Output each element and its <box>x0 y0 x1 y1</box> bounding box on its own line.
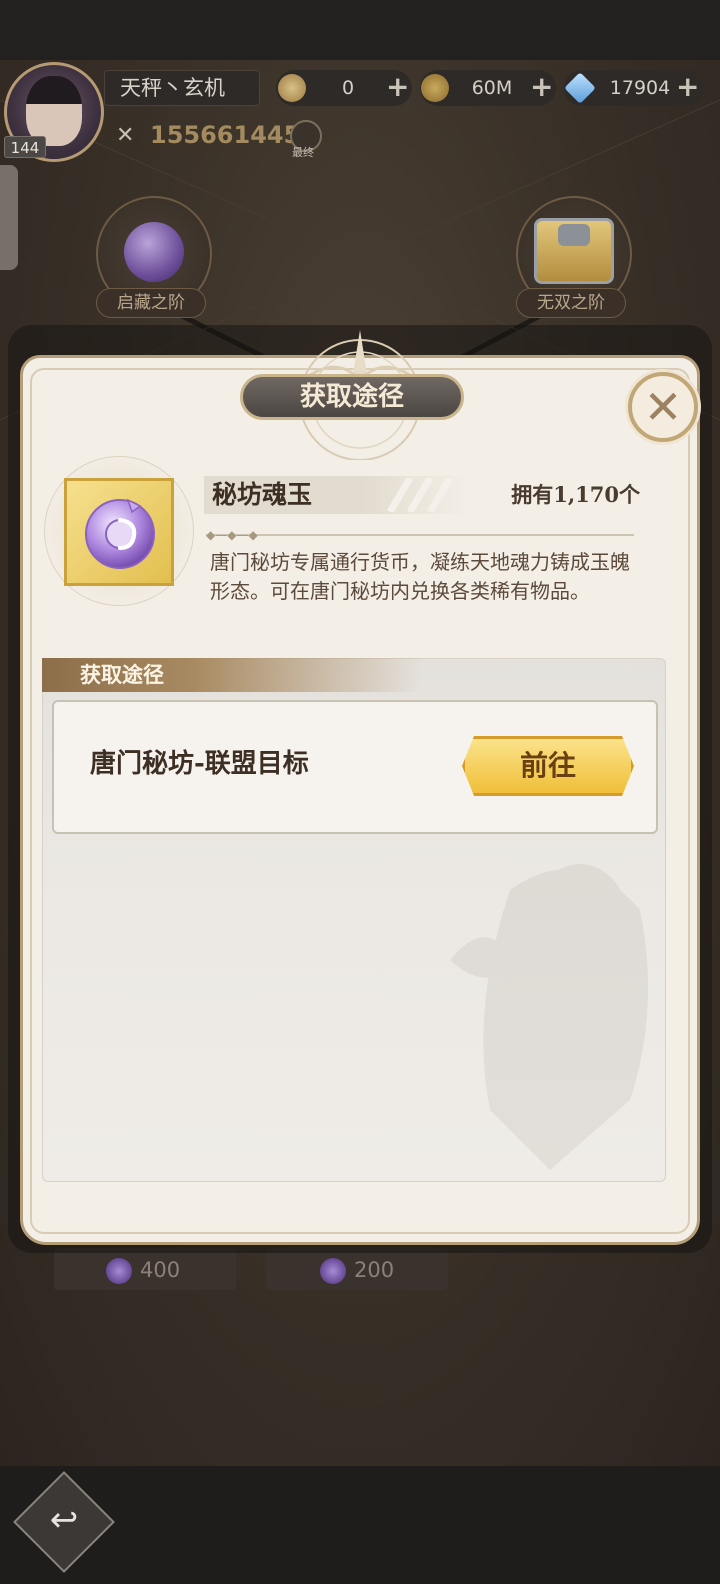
purple-orb-icon <box>124 222 184 282</box>
source-header: 获取途径 <box>80 662 164 687</box>
back-arrow-icon: ↩ <box>49 1500 79 1540</box>
resource-diamond-value: 17904 <box>609 77 671 99</box>
gold-coin-icon <box>278 74 306 102</box>
price-value-1: 400 <box>140 1258 181 1282</box>
stage-label-1: 启藏之阶 <box>117 293 185 313</box>
add-diamond-button[interactable]: + <box>676 71 699 103</box>
dialog-title: 获取途径 <box>299 382 404 412</box>
status-bar <box>0 0 720 60</box>
item-description: 唐门秘坊专属通行货币，凝练天地魂力铸成玉魄形态。可在唐门秘坊内兑换各类稀有物品。 <box>210 550 630 603</box>
resource-coin-value: 0 <box>341 77 355 99</box>
search-button-label: 最终 <box>292 146 314 159</box>
side-drawer-tab[interactable] <box>0 165 18 270</box>
name-bar-stripes <box>386 478 454 512</box>
divider-ornament: ◆—◆—◆ <box>206 528 258 542</box>
power-value: 155661445 <box>150 121 301 149</box>
close-icon[interactable]: ✕ <box>628 372 698 442</box>
chest-lock <box>558 224 590 246</box>
stage-label-2: 无双之阶 <box>537 293 605 313</box>
soul-jade-icon <box>320 1258 346 1284</box>
item-divider <box>206 534 634 536</box>
soul-jade-icon <box>85 498 155 569</box>
item-owned-count: 拥有1,170个 <box>511 482 640 507</box>
resource-money-value: 60M <box>471 77 513 99</box>
player-name: 天秤丶玄机 <box>120 76 225 100</box>
character-watermark <box>450 864 648 1170</box>
price-value-2: 200 <box>354 1258 395 1282</box>
item-name: 秘坊魂玉 <box>212 480 313 509</box>
add-money-button[interactable]: + <box>530 71 553 103</box>
money-coin-icon <box>421 74 449 102</box>
soul-jade-icon <box>106 1258 132 1284</box>
crossed-swords-icon: ✕ <box>116 123 135 148</box>
goto-button-label[interactable]: 前往 <box>462 736 634 796</box>
player-level-badge: 144 <box>4 136 46 158</box>
source-row-label: 唐门秘坊-联盟目标 <box>90 749 309 779</box>
add-coin-button[interactable]: + <box>386 71 409 103</box>
